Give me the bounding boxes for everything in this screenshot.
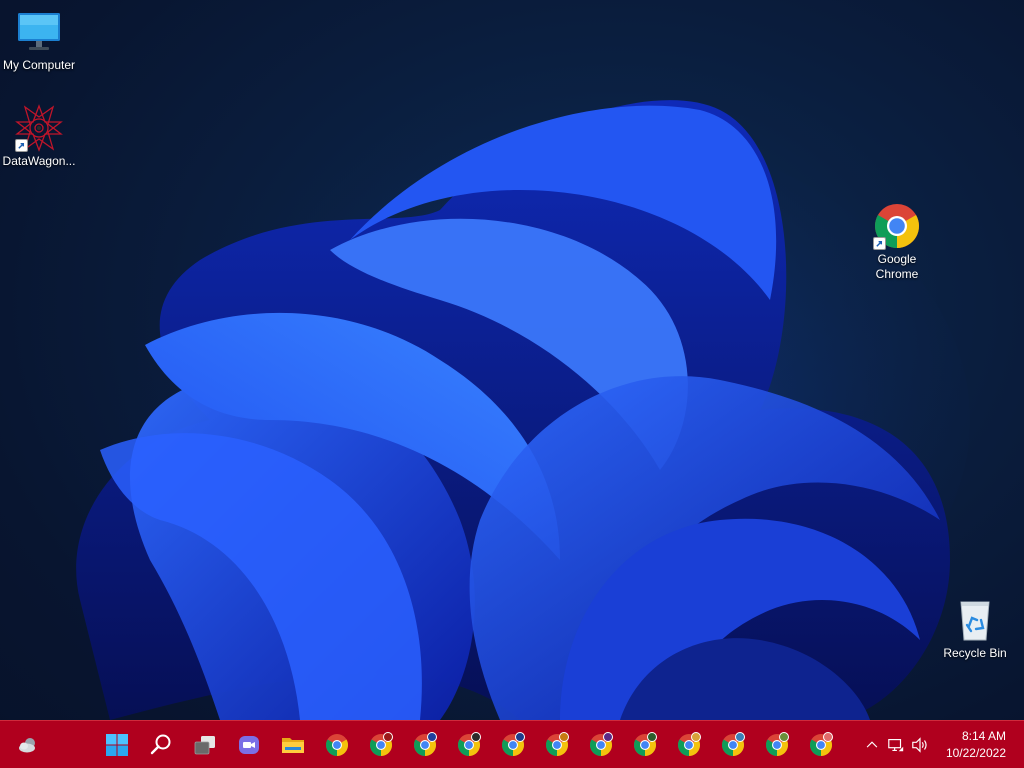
network-icon	[888, 739, 904, 752]
profile-badge	[823, 732, 833, 742]
desktop-wallpaper	[76, 100, 970, 720]
desktop-icon-google-chrome[interactable]: Google Chrome	[856, 202, 938, 282]
profile-badge	[383, 732, 393, 742]
search-button[interactable]	[145, 729, 177, 761]
desktop-icon-label: Recycle Bin	[943, 646, 1007, 660]
chrome-profile-button[interactable]	[717, 729, 749, 761]
chrome-profile-button[interactable]	[761, 729, 793, 761]
profile-badge	[471, 732, 481, 742]
profile-badge	[779, 732, 789, 742]
desktop-icon-label: DataWagon...	[2, 154, 76, 168]
windows-start-icon	[106, 734, 128, 756]
clock-time: 8:14 AM	[961, 729, 1006, 743]
chrome-profile-button[interactable]	[673, 729, 705, 761]
taskbar: 8:14 AM 10/22/2022	[0, 720, 1024, 768]
chrome-profile-button[interactable]	[453, 729, 485, 761]
profile-badge	[691, 732, 701, 742]
chrome-profile-button[interactable]	[805, 729, 837, 761]
start-button[interactable]	[101, 729, 133, 761]
profile-badge	[647, 732, 657, 742]
shortcut-arrow-icon	[873, 237, 886, 250]
chevron-up-icon	[866, 741, 878, 748]
monitor-icon	[15, 8, 63, 56]
clock-date: 10/22/2022	[945, 746, 1006, 760]
chrome-profile-button[interactable]	[497, 729, 529, 761]
desktop-icon-my-computer[interactable]: My Computer	[0, 8, 80, 73]
profile-badge	[515, 732, 525, 742]
desktop-icon-datawagon[interactable]: DataWagon...	[0, 104, 80, 169]
desktop-icon-label: My Computer	[2, 58, 76, 72]
profile-badge	[427, 732, 437, 742]
desktop-icon-recycle-bin[interactable]: Recycle Bin	[934, 596, 1016, 661]
profile-badge	[603, 732, 613, 742]
profile-badge	[735, 732, 745, 742]
chrome-profile-button[interactable]	[541, 729, 573, 761]
taskbar-clock[interactable]: 8:14 AM 10/22/2022	[936, 728, 1006, 762]
task-view-button[interactable]	[189, 729, 221, 761]
chrome-profile-button[interactable]	[629, 729, 661, 761]
weather-cloud-icon	[19, 738, 35, 753]
chrome-profile-button[interactable]	[409, 729, 441, 761]
network-button[interactable]	[886, 735, 906, 755]
profile-badge	[559, 732, 569, 742]
chrome-profile-button[interactable]	[365, 729, 397, 761]
shortcut-arrow-icon	[15, 139, 28, 152]
chrome-icon	[873, 202, 921, 250]
desktop-icon-label: Google Chrome	[875, 252, 919, 281]
teams-chat-button[interactable]	[233, 729, 265, 761]
file-explorer-icon	[282, 738, 304, 753]
volume-button[interactable]	[910, 735, 930, 755]
task-view-icon	[194, 736, 215, 755]
recycle-bin-icon	[951, 596, 999, 644]
teams-chat-icon	[239, 736, 259, 754]
chrome-button[interactable]	[321, 729, 353, 761]
show-hidden-icons-button[interactable]	[862, 735, 882, 755]
file-explorer-button[interactable]	[277, 729, 309, 761]
search-icon	[150, 734, 171, 755]
datawagon-logo-icon	[15, 104, 63, 152]
chrome-profile-button[interactable]	[585, 729, 617, 761]
volume-icon	[912, 737, 927, 753]
widgets-button[interactable]	[12, 729, 44, 761]
chrome-icon	[325, 733, 349, 757]
